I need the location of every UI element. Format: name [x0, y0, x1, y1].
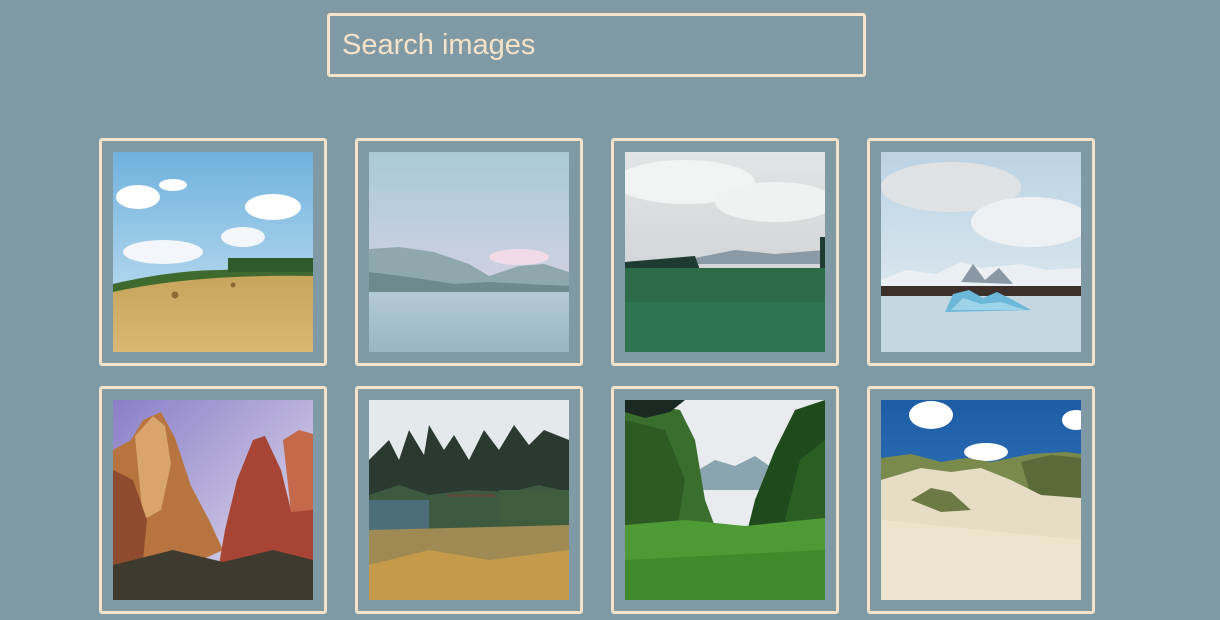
- mountain-lake-image[interactable]: [369, 152, 569, 352]
- image-card-red-rock-canyon[interactable]: [99, 386, 327, 614]
- glacier-lagoon-image[interactable]: [881, 152, 1081, 352]
- green-meadow-image[interactable]: [625, 152, 825, 352]
- image-card-green-valley[interactable]: [611, 386, 839, 614]
- red-rock-canyon-image[interactable]: [113, 400, 313, 600]
- search-box[interactable]: [327, 13, 866, 77]
- image-card-sand-dunes[interactable]: [867, 386, 1095, 614]
- pine-forest-image[interactable]: [369, 400, 569, 600]
- image-card-wheat-field[interactable]: [99, 138, 327, 366]
- image-card-glacier-lagoon[interactable]: [867, 138, 1095, 366]
- image-card-pine-forest[interactable]: [355, 386, 583, 614]
- sand-dunes-image[interactable]: [881, 400, 1081, 600]
- wheat-field-image[interactable]: [113, 152, 313, 352]
- image-card-green-meadow[interactable]: [611, 138, 839, 366]
- search-input[interactable]: [330, 16, 863, 74]
- image-grid: [99, 138, 1095, 614]
- green-valley-image[interactable]: [625, 400, 825, 600]
- image-card-mountain-lake[interactable]: [355, 138, 583, 366]
